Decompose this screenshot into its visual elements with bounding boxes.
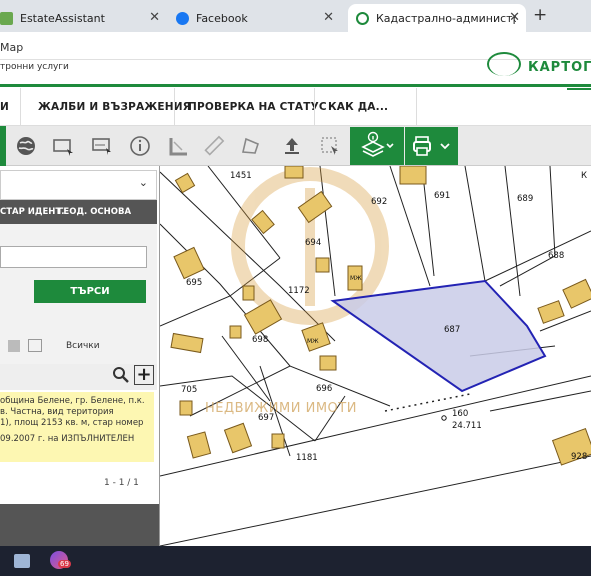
nav-accent bbox=[567, 88, 591, 90]
map-toolbar bbox=[0, 126, 591, 166]
search-tabs-area: СТАР ИДЕНТ. ГЕОД. ОСНОВА ТЪРСИ bbox=[0, 200, 157, 390]
result-line: 1), площ 2153 кв. м, стар номер bbox=[0, 418, 144, 428]
parcel-label: 687 bbox=[444, 325, 460, 335]
parcel-label: 1181 bbox=[296, 453, 318, 463]
tab-facebook[interactable]: Facebook ✕ bbox=[176, 4, 342, 32]
globe-icon[interactable] bbox=[8, 128, 44, 164]
tab-estateassistant[interactable]: EstateAssistant ✕ bbox=[0, 4, 168, 32]
search-input[interactable] bbox=[0, 246, 147, 268]
logo-icon bbox=[487, 52, 521, 76]
parcel-label: 691 bbox=[434, 191, 450, 201]
parcel-label: 928 bbox=[571, 452, 587, 462]
parcel-label: 695 bbox=[186, 278, 202, 288]
search-icon[interactable] bbox=[112, 366, 130, 388]
result-line: 09.2007 г. на ИЗПЪЛНИТЕЛЕН bbox=[0, 434, 135, 444]
app-icon[interactable] bbox=[14, 554, 30, 568]
site-header: тронни услуги КАРТОГР bbox=[0, 52, 591, 88]
search-panel: ⌄ СТАР ИДЕНТ. ГЕОД. ОСНОВА ТЪРСИ Всички … bbox=[0, 166, 160, 546]
search-tab-header: СТАР ИДЕНТ. ГЕОД. ОСНОВА bbox=[0, 200, 157, 224]
parcel-label: 694 bbox=[305, 238, 321, 248]
nav-item-status[interactable]: ПРОВЕРКА НА СТАТУС bbox=[188, 88, 327, 126]
tab-old-identifier[interactable]: СТАР ИДЕНТ. bbox=[0, 207, 64, 217]
header-left-text: тронни услуги bbox=[0, 62, 69, 72]
building-label: МЖ bbox=[307, 338, 319, 345]
toolbar-accent bbox=[0, 126, 6, 166]
map-canvas[interactable]: 1451 692 691 689 688 694 695 1172 687 69… bbox=[160, 166, 591, 546]
tab-cadastre[interactable]: Кадастрално-административн ✕ bbox=[348, 4, 526, 32]
nav-item-home[interactable]: И bbox=[0, 88, 9, 126]
nav-divider bbox=[314, 88, 315, 126]
point-label: 160 bbox=[452, 409, 468, 419]
measure-icon[interactable] bbox=[160, 128, 196, 164]
result-line: в. Частна, вид територия bbox=[0, 407, 114, 417]
parcel-label: 705 bbox=[181, 385, 197, 395]
nav-divider bbox=[174, 88, 175, 126]
area-icon[interactable] bbox=[232, 128, 268, 164]
search-button[interactable]: ТЪРСИ bbox=[34, 280, 146, 303]
elevation-label: 24.711 bbox=[452, 421, 482, 431]
filter-all-label[interactable]: Всички bbox=[66, 341, 100, 351]
tab-title: EstateAssistant bbox=[20, 11, 105, 25]
point-filter-icon[interactable] bbox=[8, 340, 20, 352]
parcel-label: 1451 bbox=[230, 171, 252, 181]
result-toolbar: + bbox=[0, 364, 157, 390]
close-icon[interactable]: ✕ bbox=[323, 10, 334, 25]
watermark-text: НЕДВИЖИМИ ИМОТИ bbox=[205, 401, 357, 416]
cadastral-map[interactable]: 1451 692 691 689 688 694 695 1172 687 69… bbox=[160, 166, 591, 546]
select-icon[interactable] bbox=[312, 128, 348, 164]
layers-button[interactable] bbox=[350, 127, 404, 165]
ruler-icon[interactable] bbox=[196, 128, 232, 164]
notification-badge: 69 bbox=[58, 560, 71, 568]
nav-divider bbox=[20, 88, 21, 126]
close-icon[interactable]: ✕ bbox=[149, 10, 160, 25]
select-poly-icon[interactable] bbox=[84, 128, 120, 164]
close-icon[interactable]: ✕ bbox=[509, 10, 520, 25]
nav-item-howto[interactable]: КАК ДА... bbox=[328, 88, 388, 126]
print-button[interactable] bbox=[405, 127, 458, 165]
cadastre-favicon-icon bbox=[356, 11, 369, 25]
nav-item-complaints[interactable]: ЖАЛБИ И ВЪЗРАЖЕНИЯ bbox=[38, 88, 191, 126]
parcel-label: 689 bbox=[517, 194, 533, 204]
info-icon[interactable] bbox=[122, 128, 158, 164]
print-icon bbox=[412, 136, 450, 156]
facebook-icon bbox=[176, 11, 189, 25]
tab-geodetic-base[interactable]: ГЕОД. ОСНОВА bbox=[58, 207, 131, 217]
tab-title: Facebook bbox=[196, 11, 248, 25]
nav-divider bbox=[416, 88, 417, 126]
search-type-dropdown[interactable]: ⌄ bbox=[0, 170, 157, 200]
parcel-label: 688 bbox=[548, 251, 564, 261]
browser-tab-bar: EstateAssistant ✕ Facebook ✕ Кадастрално… bbox=[0, 0, 591, 32]
panel-footer bbox=[0, 504, 159, 546]
main-nav: И ЖАЛБИ И ВЪЗРАЖЕНИЯ ПРОВЕРКА НА СТАТУС … bbox=[0, 88, 591, 126]
estateassistant-favicon-icon bbox=[0, 11, 13, 25]
os-taskbar: 69 bbox=[0, 546, 591, 576]
pager-text: 1 - 1 / 1 bbox=[104, 478, 139, 488]
parcel-label: К bbox=[581, 171, 587, 181]
upload-icon[interactable] bbox=[274, 128, 310, 164]
logo-text: КАРТОГР bbox=[528, 60, 591, 75]
address-text: Map bbox=[0, 41, 24, 54]
parcel-label: 1172 bbox=[288, 286, 310, 296]
parcel-label: 692 bbox=[371, 197, 387, 207]
parcel-label: 698 bbox=[252, 335, 268, 345]
result-line: община Белене, гр. Белене, п.к. bbox=[0, 396, 145, 406]
add-icon[interactable]: + bbox=[134, 365, 154, 385]
filter-row: Всички bbox=[0, 336, 157, 358]
select-rect-icon[interactable] bbox=[46, 128, 82, 164]
tab-title: Кадастрално-административн bbox=[376, 11, 516, 25]
header-divider bbox=[0, 84, 591, 87]
chevron-down-icon: ⌄ bbox=[138, 176, 148, 189]
selected-parcel[interactable] bbox=[330, 279, 547, 393]
search-result-item[interactable]: община Белене, гр. Белене, п.к. в. Частн… bbox=[0, 392, 154, 462]
polygon-filter-icon[interactable] bbox=[28, 339, 42, 352]
layers-icon bbox=[361, 131, 394, 157]
new-tab-button[interactable]: + bbox=[533, 5, 547, 25]
parcel-label: 696 bbox=[316, 384, 332, 394]
building-label: МЖ bbox=[350, 275, 362, 282]
result-pager: 1 - 1 / 1 bbox=[0, 464, 157, 504]
